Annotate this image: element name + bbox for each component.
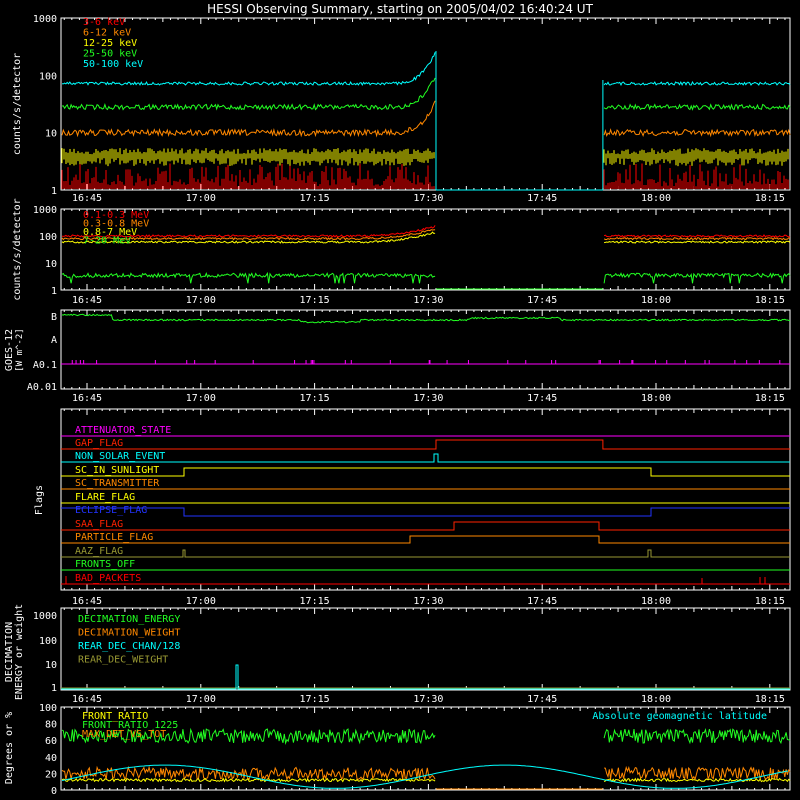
y-tick-label: 60 bbox=[45, 736, 57, 747]
y-tick-label: 80 bbox=[45, 720, 57, 731]
y-axis-label: Flags bbox=[34, 485, 45, 515]
y-axis-label: GOES-12 bbox=[4, 329, 15, 371]
legend-geomagnetic-latitude: Absolute geomagnetic latitude bbox=[592, 711, 767, 722]
y-axis-label: counts/s/detector bbox=[12, 53, 23, 155]
x-tick-label: 17:00 bbox=[186, 596, 216, 607]
y-tick-label: 20 bbox=[45, 769, 57, 780]
y-tick-label: B bbox=[51, 312, 57, 323]
flag-label-flare-flag: FLARE_FLAG bbox=[75, 492, 135, 503]
flag-label-gap-flag: GAP_FLAG bbox=[75, 438, 123, 449]
x-tick-label: 17:15 bbox=[300, 193, 330, 204]
x-tick-label: 16:45 bbox=[72, 393, 102, 404]
x-tick-label: 17:15 bbox=[300, 393, 330, 404]
y-tick-label: 10 bbox=[45, 129, 57, 140]
legend-1225kev: 12-25 keV bbox=[83, 38, 137, 49]
x-tick-label: 17:30 bbox=[413, 694, 443, 705]
x-tick-label: 18:15 bbox=[755, 193, 785, 204]
legend-612kev: 6-12 keV bbox=[83, 28, 131, 39]
x-tick-label: 17:45 bbox=[527, 694, 557, 705]
x-tick-label: 17:15 bbox=[300, 596, 330, 607]
x-tick-label: 17:45 bbox=[527, 295, 557, 306]
flag-label-non-solar-event: NON_SOLAR_EVENT bbox=[75, 451, 165, 462]
y-tick-label: A bbox=[51, 335, 57, 346]
flag-label-fronts-off: FRONTS_OFF bbox=[75, 559, 135, 570]
x-tick-label: 18:00 bbox=[641, 596, 671, 607]
x-tick-label: 17:15 bbox=[300, 295, 330, 306]
x-tick-label: 17:45 bbox=[527, 193, 557, 204]
x-tick-label: 18:15 bbox=[755, 393, 785, 404]
y-tick-label: 10 bbox=[45, 259, 57, 270]
y-tick-label: A0.01 bbox=[27, 382, 57, 393]
flag-label-sc-transmitter: SC_TRANSMITTER bbox=[75, 478, 160, 489]
x-tick-label: 18:00 bbox=[641, 193, 671, 204]
flag-label-saa-flag: SAA_FLAG bbox=[75, 519, 123, 530]
x-tick-label: 17:00 bbox=[186, 393, 216, 404]
y-tick-label: 1000 bbox=[33, 205, 57, 216]
x-tick-label: 18:00 bbox=[641, 393, 671, 404]
y-axis-label: counts/s/detector bbox=[12, 198, 23, 300]
x-tick-label: 17:00 bbox=[186, 193, 216, 204]
legend-decimationweight: DECIMATION_WEIGHT bbox=[78, 628, 180, 639]
y-tick-label: A0.1 bbox=[33, 360, 57, 371]
x-tick-label: 16:45 bbox=[72, 694, 102, 705]
x-tick-label: 17:30 bbox=[413, 295, 443, 306]
chart-background bbox=[0, 0, 800, 800]
x-tick-label: 18:15 bbox=[755, 694, 785, 705]
flag-label-bad-packets: BAD_PACKETS bbox=[75, 573, 141, 584]
y-tick-label: 100 bbox=[39, 636, 57, 647]
legend-decimationenergy: DECIMATION_ENERGY bbox=[78, 614, 180, 625]
flag-label-aaz-flag: AAZ_FLAG bbox=[75, 546, 123, 557]
chart-title: HESSI Observing Summary, starting on 200… bbox=[207, 2, 593, 16]
x-tick-label: 17:30 bbox=[413, 596, 443, 607]
flag-label-particle-flag: PARTICLE_FLAG bbox=[75, 532, 153, 543]
flag-label-attenuator-state: ATTENUATOR_STATE bbox=[75, 425, 171, 436]
y-tick-label: 1000 bbox=[33, 14, 57, 25]
x-tick-label: 16:45 bbox=[72, 295, 102, 306]
x-tick-label: 17:00 bbox=[186, 694, 216, 705]
x-tick-label: 17:15 bbox=[300, 694, 330, 705]
legend-50100kev: 50-100 keV bbox=[83, 59, 143, 70]
y-tick-label: 1 bbox=[51, 186, 57, 197]
legend-reardecweight: REAR_DEC_WEIGHT bbox=[78, 655, 168, 666]
x-tick-label: 17:30 bbox=[413, 193, 443, 204]
y-tick-label: 10 bbox=[45, 660, 57, 671]
x-tick-label: 16:45 bbox=[72, 596, 102, 607]
flag-label-sc-in-sunlight: SC_IN_SUNLIGHT bbox=[75, 465, 159, 476]
y-axis-label-2: ENERGY or weight bbox=[14, 604, 25, 700]
x-tick-label: 18:00 bbox=[641, 694, 671, 705]
legend-2550kev: 25-50 keV bbox=[83, 49, 137, 60]
x-tick-label: 18:00 bbox=[641, 295, 671, 306]
y-tick-label: 1 bbox=[51, 683, 57, 694]
y-tick-label: 100 bbox=[39, 71, 57, 82]
x-tick-label: 18:15 bbox=[755, 596, 785, 607]
y-tick-label: 100 bbox=[39, 703, 57, 714]
x-tick-label: 17:45 bbox=[527, 393, 557, 404]
x-tick-label: 17:30 bbox=[413, 393, 443, 404]
flag-label-eclipse-flag: ECLIPSE_FLAG bbox=[75, 505, 147, 516]
y-tick-label: 40 bbox=[45, 753, 57, 764]
y-tick-label: 1 bbox=[51, 286, 57, 297]
hessi-summary-chart: HESSI Observing Summary, starting on 200… bbox=[0, 0, 800, 800]
y-axis-label-units: [W m^-2] bbox=[15, 328, 25, 371]
x-tick-label: 18:15 bbox=[755, 295, 785, 306]
y-axis-label: Degrees or % bbox=[4, 712, 15, 784]
legend-36kev: 3-6 keV bbox=[83, 17, 125, 28]
y-tick-label: 0 bbox=[51, 786, 57, 797]
y-tick-label: 100 bbox=[39, 232, 57, 243]
x-tick-label: 17:00 bbox=[186, 295, 216, 306]
legend-maxdetvstot: MAX_DET_VS_TOT bbox=[82, 729, 166, 740]
x-tick-label: 17:45 bbox=[527, 596, 557, 607]
y-tick-label: 1000 bbox=[33, 611, 57, 622]
legend-720mev: 7-20 MeV bbox=[83, 236, 131, 247]
legend-reardecchan128: REAR_DEC_CHAN/128 bbox=[78, 641, 180, 652]
x-tick-label: 16:45 bbox=[72, 193, 102, 204]
